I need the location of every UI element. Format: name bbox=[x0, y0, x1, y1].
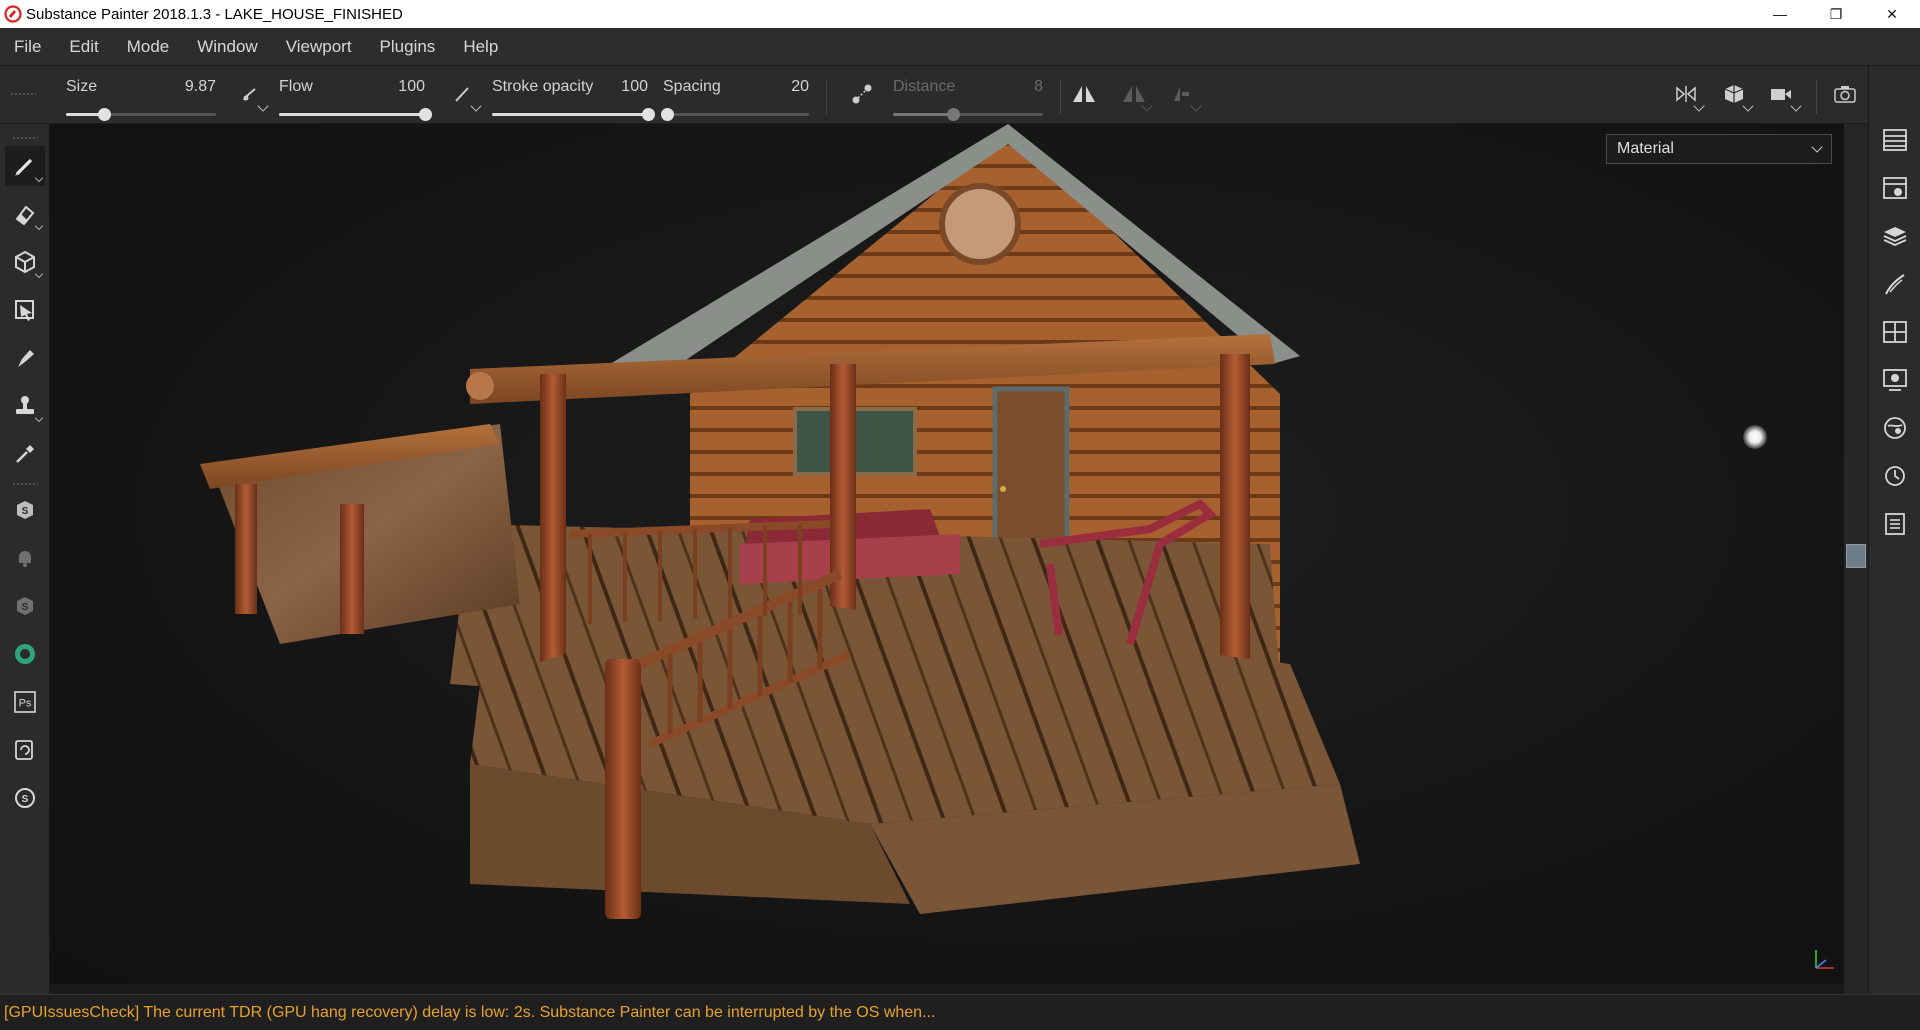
viewport-right-strip bbox=[1844, 124, 1868, 994]
environment-light-handle[interactable] bbox=[1743, 425, 1767, 449]
flow-label: Flow bbox=[279, 78, 313, 95]
projection-icon[interactable] bbox=[5, 242, 45, 282]
minimize-button[interactable]: — bbox=[1752, 0, 1808, 28]
substance-painter-logo-icon bbox=[4, 5, 22, 23]
environment-thumbnail[interactable] bbox=[1846, 544, 1866, 568]
size-track[interactable] bbox=[66, 108, 216, 121]
distance-label: Distance bbox=[893, 78, 956, 95]
axis-gizmo-icon bbox=[1815, 950, 1834, 969]
spacing-track[interactable] bbox=[661, 108, 809, 121]
menu-plugins[interactable]: Plugins bbox=[366, 28, 450, 66]
lake-house-model[interactable] bbox=[50, 124, 1844, 984]
stroke-opacity-track[interactable] bbox=[492, 108, 655, 121]
substance-share-icon[interactable]: S bbox=[5, 490, 45, 530]
color-picker-icon[interactable] bbox=[5, 434, 45, 474]
menu-edit[interactable]: Edit bbox=[55, 28, 112, 66]
spacing-value[interactable]: 20 bbox=[791, 78, 809, 96]
distance-knob bbox=[947, 108, 960, 121]
svg-text:S: S bbox=[22, 602, 29, 613]
distance-fill bbox=[893, 113, 953, 116]
toolbar-grip[interactable] bbox=[12, 482, 38, 486]
substance-source-icon[interactable]: S bbox=[5, 586, 45, 626]
size-value[interactable]: 9.87 bbox=[185, 78, 216, 96]
log-icon[interactable] bbox=[1879, 508, 1911, 540]
stroke-opacity-slider[interactable]: Stroke opacity 100 bbox=[492, 72, 655, 121]
eraser-icon[interactable] bbox=[5, 194, 45, 234]
stroke-opacity-value[interactable]: 100 bbox=[621, 78, 648, 96]
flow-knob[interactable] bbox=[419, 108, 432, 121]
spacing-knob[interactable] bbox=[661, 108, 675, 121]
stroke-opacity-label: Stroke opacity bbox=[492, 78, 594, 95]
substance-icon[interactable]: S bbox=[5, 778, 45, 818]
spacing-slider[interactable]: Spacing 20 bbox=[661, 72, 809, 121]
shader-settings-icon[interactable] bbox=[1879, 412, 1911, 444]
spacing-label: Spacing bbox=[663, 78, 721, 95]
texture-set-list-icon[interactable] bbox=[1879, 124, 1911, 156]
distance-slider: Distance 8 bbox=[893, 72, 1043, 121]
lazy-mouse-icon[interactable] bbox=[848, 80, 876, 108]
alchemist-icon[interactable] bbox=[5, 634, 45, 674]
context-toolbar: Size 9.87 Flow 100 Stroke opacity 100 Sp… bbox=[0, 66, 1920, 124]
size-label: Size bbox=[66, 78, 98, 95]
toolbar-divider bbox=[1060, 80, 1061, 114]
menu-help[interactable]: Help bbox=[449, 28, 512, 66]
toolbar-grip[interactable] bbox=[10, 92, 36, 96]
status-bar: [GPUIssuesCheck] The current TDR (GPU ha… bbox=[0, 994, 1920, 1030]
history-icon[interactable] bbox=[1879, 460, 1911, 492]
viewport-display-mode-value: Material bbox=[1617, 140, 1674, 157]
display-settings-icon[interactable] bbox=[1879, 364, 1911, 396]
svg-text:S: S bbox=[22, 794, 29, 805]
menu-window[interactable]: Window bbox=[183, 28, 271, 66]
properties-icon[interactable] bbox=[1879, 268, 1911, 300]
menu-viewport[interactable]: Viewport bbox=[272, 28, 366, 66]
texture-set-settings-icon[interactable] bbox=[1879, 172, 1911, 204]
chevron-down-icon bbox=[1811, 141, 1823, 153]
flow-track[interactable] bbox=[279, 108, 432, 121]
flow-slider[interactable]: Flow 100 bbox=[279, 72, 432, 121]
menu-mode[interactable]: Mode bbox=[113, 28, 184, 66]
notification-icon[interactable] bbox=[5, 538, 45, 578]
photoshop-icon-label: Ps bbox=[19, 698, 32, 710]
distance-value: 8 bbox=[1034, 78, 1043, 95]
paint-brush-icon[interactable] bbox=[5, 146, 45, 186]
flow-fill bbox=[279, 113, 425, 116]
status-message[interactable]: [GPUIssuesCheck] The current TDR (GPU ha… bbox=[4, 1004, 935, 1022]
toolbar-divider bbox=[826, 80, 827, 114]
stroke-opacity-fill bbox=[492, 113, 648, 116]
uv-display-icon[interactable] bbox=[1879, 316, 1911, 348]
right-dock-panel bbox=[1868, 66, 1920, 994]
flow-value[interactable]: 100 bbox=[398, 78, 425, 96]
viewport-bottom-strip bbox=[50, 984, 1844, 994]
svg-text:S: S bbox=[22, 506, 29, 517]
polygon-fill-icon[interactable] bbox=[5, 290, 45, 330]
close-button[interactable]: ✕ bbox=[1864, 0, 1920, 28]
menu-bar: File Edit Mode Window Viewport Plugins H… bbox=[0, 28, 1920, 66]
menu-file[interactable]: File bbox=[0, 28, 55, 66]
sync-icon[interactable] bbox=[5, 730, 45, 770]
clone-stamp-icon[interactable] bbox=[5, 386, 45, 426]
restore-button[interactable]: ❐ bbox=[1808, 0, 1864, 28]
title-bar: Substance Painter 2018.1.3 - LAKE_HOUSE_… bbox=[0, 0, 1920, 28]
screenshot-camera-icon[interactable] bbox=[1831, 80, 1859, 108]
viewport-display-mode-select[interactable]: Material bbox=[1606, 134, 1832, 164]
toolbar-divider bbox=[1816, 80, 1817, 114]
stroke-opacity-knob[interactable] bbox=[642, 108, 655, 121]
size-knob[interactable] bbox=[97, 108, 111, 121]
symmetry-icon[interactable] bbox=[1070, 80, 1098, 108]
distance-track bbox=[893, 108, 1043, 121]
photoshop-icon[interactable]: Ps bbox=[5, 682, 45, 722]
toolbar-grip[interactable] bbox=[12, 136, 38, 140]
smudge-icon[interactable] bbox=[5, 338, 45, 378]
size-slider[interactable]: Size 9.87 bbox=[66, 72, 216, 121]
window-title: Substance Painter 2018.1.3 - LAKE_HOUSE_… bbox=[26, 5, 403, 23]
layers-icon[interactable] bbox=[1879, 220, 1911, 252]
3d-viewport[interactable]: Material bbox=[50, 124, 1844, 984]
left-toolbar: S S Ps S bbox=[0, 124, 50, 994]
